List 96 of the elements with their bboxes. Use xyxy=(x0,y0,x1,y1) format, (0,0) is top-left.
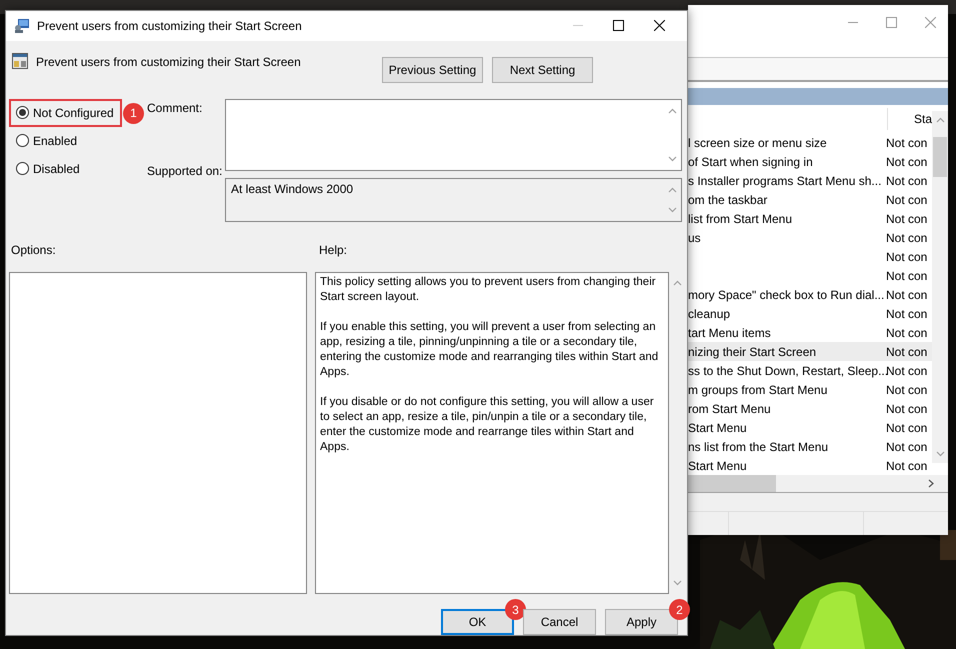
state-cell: Not con xyxy=(886,174,928,188)
list-row[interactable]: Not con xyxy=(688,266,932,285)
supported-value: At least Windows 2000 xyxy=(231,182,354,196)
setting-name: cleanup xyxy=(688,306,730,320)
state-cell: Not con xyxy=(886,230,928,244)
radio-label[interactable]: Disabled xyxy=(33,162,80,176)
maximize-icon[interactable] xyxy=(613,20,624,32)
setting-name: rom Start Menu xyxy=(688,402,771,416)
scroll-down-icon[interactable] xyxy=(668,206,677,213)
setting-name: s Installer programs Start Menu sh... xyxy=(688,174,882,188)
list-row[interactable]: cleanup Not con xyxy=(688,304,932,323)
setting-name: mory Space" check box to Run dial... xyxy=(688,288,884,302)
computer-icon xyxy=(14,18,30,34)
list-row[interactable]: l screen size or menu size Not con xyxy=(688,133,932,152)
close-icon[interactable] xyxy=(654,20,665,32)
dialog-button[interactable]: Apply xyxy=(605,609,678,635)
dialog-button[interactable]: OK xyxy=(441,609,514,635)
help-label: Help: xyxy=(319,242,348,257)
list-row[interactable]: rom Start Menu Not con xyxy=(688,399,932,418)
list-row[interactable]: Start Menu Not con xyxy=(688,418,932,437)
state-cell: Not con xyxy=(886,364,928,378)
dialog-button[interactable]: Cancel xyxy=(523,609,596,635)
setting-name: Start Menu xyxy=(688,458,747,472)
scrollbar-thumb[interactable] xyxy=(933,137,947,177)
setting-name: nizing their Start Screen xyxy=(688,344,816,358)
step-badge: 2 xyxy=(669,599,690,620)
scroll-up-icon[interactable] xyxy=(668,108,677,114)
comment-field[interactable] xyxy=(225,98,682,171)
state-cell: Not con xyxy=(886,344,928,358)
state-cell: Not con xyxy=(886,306,928,320)
window-title: Prevent users from customizing their Start Screen xyxy=(37,18,303,33)
help-paragraph: This policy setting allows you to prevent users from changing their Start screen layout. xyxy=(320,275,657,306)
vertical-scrollbar[interactable] xyxy=(932,111,948,463)
list-row[interactable]: Not con xyxy=(688,247,932,266)
column-header[interactable]: Sta xyxy=(914,112,932,126)
nav-button[interactable]: Next Setting xyxy=(492,56,593,83)
state-cell: Not con xyxy=(886,212,928,226)
setting-name: ns list from the Start Menu xyxy=(688,440,828,454)
options-label: Options: xyxy=(11,242,56,257)
comment-label: Comment: xyxy=(147,100,202,115)
state-cell: Not con xyxy=(886,440,928,454)
scroll-down-icon[interactable] xyxy=(936,451,944,457)
state-cell: Not con xyxy=(886,326,928,340)
setting-name: of Start when signing in xyxy=(688,154,813,168)
list-row[interactable]: m groups from Start Menu Not con xyxy=(688,380,932,399)
list-row[interactable]: ns list from the Start Menu Not con xyxy=(688,437,932,456)
setting-name: tart Menu items xyxy=(688,326,771,340)
state-cell: Not con xyxy=(886,136,928,150)
selected-row[interactable]: nizing their Start Screen Not con xyxy=(688,342,932,361)
nav-button[interactable]: Previous Setting xyxy=(382,56,483,83)
setting-name: us xyxy=(688,230,701,244)
state-cell: Not con xyxy=(886,402,928,416)
horizontal-scrollbar[interactable] xyxy=(688,475,948,492)
scroll-up-icon[interactable] xyxy=(668,186,677,193)
scroll-down-icon[interactable] xyxy=(668,156,677,162)
list-row[interactable]: s Installer programs Start Menu sh... Not con xyxy=(688,171,932,190)
policy-name: Prevent users from customizing their Start Screen xyxy=(36,54,301,69)
state-cell: Not con xyxy=(886,458,928,472)
state-cell: Not con xyxy=(886,382,928,396)
scroll-right-icon[interactable] xyxy=(928,479,934,488)
supported-label: Supported on: xyxy=(147,164,222,178)
radio-button[interactable] xyxy=(16,162,29,176)
radio-button[interactable] xyxy=(16,106,29,120)
state-cell: Not con xyxy=(886,420,928,434)
setting-name: ss to the Shut Down, Restart, Sleep... xyxy=(688,364,888,378)
list-row[interactable]: mory Space" check box to Run dial...Not con xyxy=(688,285,932,304)
state-cell: Not con xyxy=(886,154,928,168)
list-row[interactable]: om the taskbar Not con xyxy=(688,190,932,209)
radio-button[interactable] xyxy=(16,134,29,148)
scroll-down-icon[interactable] xyxy=(673,580,682,586)
state-cell: Not con xyxy=(886,268,928,282)
list-row[interactable]: Start Menu Not con xyxy=(688,456,932,475)
minimize-icon xyxy=(573,24,583,27)
list-row[interactable]: tart Menu items Not con xyxy=(688,323,932,342)
list-row[interactable]: list from Start Menu Not con xyxy=(688,209,932,228)
state-cell: Not con xyxy=(886,288,928,302)
setting-name: Start Menu xyxy=(688,420,747,434)
radio-label[interactable]: Enabled xyxy=(33,134,78,148)
minimize-icon[interactable] xyxy=(848,22,858,24)
list-row[interactable]: ss to the Shut Down, Restart, Sleep...Not con xyxy=(688,361,932,380)
scrollbar-thumb[interactable] xyxy=(688,475,776,492)
setting-name: list from Start Menu xyxy=(688,212,792,226)
setting-name: l screen size or menu size xyxy=(688,136,827,150)
list-row[interactable]: of Start when signing in Not con xyxy=(688,152,932,171)
radio-label[interactable]: Not Configured xyxy=(33,106,114,120)
scroll-up-icon[interactable] xyxy=(936,117,944,123)
help-paragraph: If you enable this setting, you will prevent a user from selecting an app, resizing a tile, pinning/unpinning a tile or a secondary tile, entering the customize mode and rearranging tiles within Start and Apps. xyxy=(320,320,660,380)
list-row[interactable]: us Not con xyxy=(688,228,932,247)
setting-name: m groups from Start Menu xyxy=(688,382,828,396)
help-paragraph: If you disable or do not configure this setting, you will allow a user to select an app, resize a tile, pin/unpin a tile or a secondary tile, enter the customize mode and rearrange tiles within Start and Apps. xyxy=(320,395,655,456)
policy-icon xyxy=(12,52,28,69)
state-cell: Not con xyxy=(886,250,928,264)
step-badge: 1 xyxy=(123,102,144,124)
setting-name: om the taskbar xyxy=(688,192,768,206)
scroll-up-icon[interactable] xyxy=(673,280,682,286)
state-cell: Not con xyxy=(886,192,928,206)
